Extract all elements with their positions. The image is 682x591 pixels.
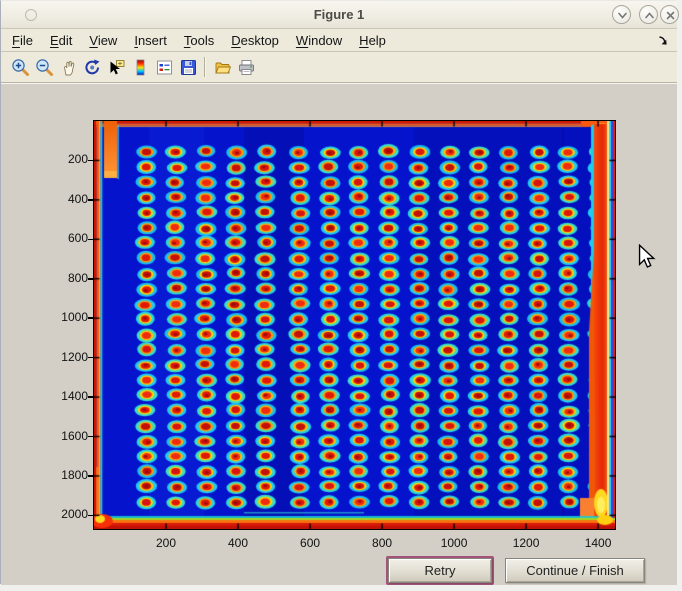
y-tick-label: 1200: [38, 350, 88, 364]
zoom-out-icon: [35, 58, 54, 77]
y-tick-label: 400: [38, 192, 88, 206]
pan-hand-icon: [59, 58, 78, 77]
menu-file[interactable]: File: [12, 33, 33, 48]
y-tick-label: 800: [38, 271, 88, 285]
menu-edit[interactable]: Edit: [50, 33, 72, 48]
print-button[interactable]: [234, 55, 258, 79]
desktop: Figure 1 File Edit View Insert: [0, 0, 682, 591]
colorbar-icon: [131, 58, 150, 77]
shade-button[interactable]: [612, 5, 631, 24]
chevron-up-icon: [642, 8, 657, 23]
retry-button-focus-ring: Retry: [386, 556, 494, 585]
y-tick-label: 1400: [38, 389, 88, 403]
y-tick-label: 200: [38, 152, 88, 166]
retry-button[interactable]: Retry: [388, 558, 492, 583]
open-file-button[interactable]: [210, 55, 234, 79]
print-icon: [237, 58, 256, 77]
window-title: Figure 1: [1, 1, 677, 29]
zoom-in-button[interactable]: [8, 55, 32, 79]
x-tick-label: 1400: [573, 536, 623, 550]
x-tick-label: 200: [141, 536, 191, 550]
pan-button[interactable]: [56, 55, 80, 79]
dock-figure-arrow-icon[interactable]: [657, 35, 669, 47]
mouse-cursor-icon: [638, 244, 656, 270]
save-icon: [179, 58, 198, 77]
rotate-3d-icon: [83, 58, 102, 77]
menu-insert[interactable]: Insert: [134, 33, 167, 48]
y-tick-label: 1000: [38, 310, 88, 324]
insert-legend-button[interactable]: [152, 55, 176, 79]
title-bar[interactable]: Figure 1: [1, 1, 677, 29]
data-cursor-icon: [107, 58, 126, 77]
save-button[interactable]: [176, 55, 200, 79]
menu-help[interactable]: Help: [359, 33, 386, 48]
open-folder-icon: [213, 58, 232, 77]
rotate-3d-button[interactable]: [80, 55, 104, 79]
y-tick-label: 2000: [38, 507, 88, 521]
y-tick-label: 1600: [38, 429, 88, 443]
x-tick-label: 1000: [429, 536, 479, 550]
menu-window[interactable]: Window: [296, 33, 342, 48]
insert-legend-icon: [155, 58, 174, 77]
heatmap-image[interactable]: [94, 121, 615, 529]
data-cursor-button[interactable]: [104, 55, 128, 79]
menu-view[interactable]: View: [89, 33, 117, 48]
x-tick-label: 600: [285, 536, 335, 550]
figure-canvas: 200 400 600 800 1000 1200 1400 1600 1800 2000 200…: [1, 84, 677, 585]
colorbar-button[interactable]: [128, 55, 152, 79]
close-x-icon: [663, 8, 678, 23]
x-tick-label: 1200: [501, 536, 551, 550]
y-tick-label: 1800: [38, 468, 88, 482]
menu-desktop[interactable]: Desktop: [231, 33, 279, 48]
menu-tools[interactable]: Tools: [184, 33, 214, 48]
x-axis-tick-labels: 200400600800100012001400: [94, 536, 615, 552]
zoom-out-button[interactable]: [32, 55, 56, 79]
x-tick-label: 800: [357, 536, 407, 550]
continue-finish-button[interactable]: Continue / Finish: [505, 558, 645, 583]
zoom-in-icon: [11, 58, 30, 77]
toolbar-separator: [204, 57, 205, 77]
toolbar: [1, 52, 677, 83]
plot-axes: [93, 120, 616, 530]
y-axis-tick-labels: 200 400 600 800 1000 1200 1400 1600 1800 2000: [38, 121, 88, 529]
chevron-down-icon: [615, 8, 630, 23]
menu-bar: File Edit View Insert Tools Desktop Wind…: [1, 29, 677, 52]
y-tick-label: 600: [38, 231, 88, 245]
close-button[interactable]: [660, 5, 679, 24]
x-tick-label: 400: [213, 536, 263, 550]
figure-window: Figure 1 File Edit View Insert: [0, 0, 677, 584]
maximize-button[interactable]: [639, 5, 658, 24]
